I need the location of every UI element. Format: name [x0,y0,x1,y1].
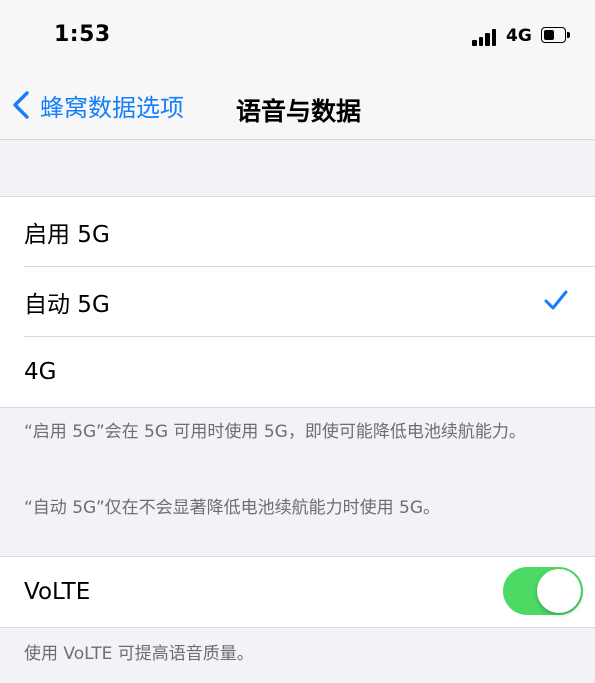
checkmark-icon [544,290,568,310]
battery-icon [541,27,571,45]
footer-note-enable-5g: “启用 5G”会在 5G 可用时使用 5G，即使可能降低电池续航能力。 [24,422,526,442]
chevron-left-icon [13,91,29,119]
section-spacer [0,140,595,196]
option-enable-5g[interactable]: 启用 5G [0,197,595,267]
back-button[interactable]: 蜂窝数据选项 [10,82,184,128]
cellular-signal-icon [472,28,500,46]
back-label: 蜂窝数据选项 [40,93,184,122]
option-auto-5g[interactable]: 自动 5G [0,267,595,337]
network-type: 4G [506,26,532,46]
footer-note-volte: 使用 VoLTE 可提高语音质量。 [24,644,254,664]
footer-note-auto-5g: “自动 5G”仅在不会显著降低电池续航能力时使用 5G。 [24,498,441,518]
status-bar: 1:53 4G [0,0,595,72]
option-4g[interactable]: 4G [0,337,595,407]
volte-row: VoLTE [0,557,595,627]
volte-group: VoLTE [0,556,595,628]
toggle-knob [537,569,581,613]
status-time: 1:53 [54,22,111,47]
option-label: 自动 5G [24,292,110,318]
option-label: 启用 5G [24,222,110,248]
navigation-bar: 蜂窝数据选项 语音与数据 [0,72,595,140]
page-title: 语音与数据 [236,97,362,126]
volte-toggle[interactable] [503,567,583,615]
network-options-group: 启用 5G 自动 5G 4G [0,196,595,408]
volte-label: VoLTE [24,579,91,605]
option-label: 4G [24,359,57,385]
